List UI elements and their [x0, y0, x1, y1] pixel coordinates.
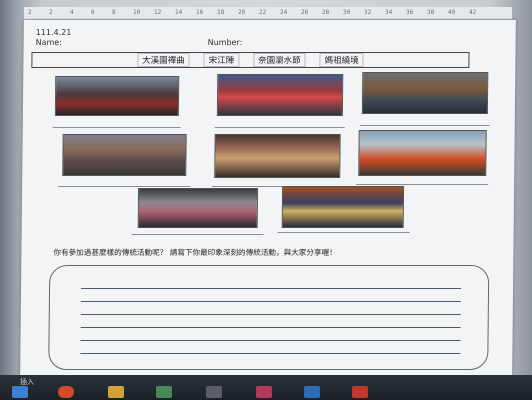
- writing-line[interactable]: [80, 327, 461, 328]
- ruler-tick: 12: [154, 9, 162, 16]
- festival-photo[interactable]: [214, 134, 341, 178]
- ruler-tick: 26: [301, 9, 309, 16]
- app-icon[interactable]: [206, 386, 222, 398]
- festival-photo[interactable]: [281, 186, 405, 228]
- app-icon[interactable]: [352, 386, 368, 398]
- festival-name: 大溪園禪曲: [137, 53, 190, 67]
- ruler-tick: 32: [364, 9, 372, 16]
- caption-line: [52, 127, 181, 128]
- ruler-tick: 38: [427, 9, 435, 16]
- name-label: Name:: [35, 38, 62, 47]
- ruler-tick: 2: [28, 9, 32, 16]
- ruler-tick: 18: [217, 9, 225, 16]
- caption-line: [277, 232, 410, 233]
- caption-line: [214, 127, 345, 128]
- date-text: 111.4.21: [35, 28, 72, 37]
- folder-icon[interactable]: [108, 386, 124, 398]
- writing-frame: [48, 265, 490, 370]
- writing-line[interactable]: [80, 340, 461, 341]
- ruler-tick: 34: [385, 9, 393, 16]
- caption-line: [131, 234, 264, 235]
- ruler-tick: 42: [469, 9, 477, 16]
- festival-photo[interactable]: [216, 74, 344, 116]
- caption-line: [359, 125, 490, 126]
- app-icon[interactable]: [304, 386, 320, 398]
- festival-photo[interactable]: [361, 72, 489, 114]
- festival-photo[interactable]: [137, 188, 259, 228]
- festival-name: 奈園瀏水節: [253, 53, 306, 67]
- ruler-tick: 8: [112, 9, 116, 16]
- festival-name: 宋江陣: [203, 53, 240, 67]
- ruler-tick: 28: [322, 9, 330, 16]
- writing-line[interactable]: [80, 314, 461, 315]
- ruler-tick: 10: [133, 9, 141, 16]
- ruler: 2 2 4 6 8 10 12 14 16 18 20 22 24 26 28 …: [24, 7, 512, 20]
- ruler-tick: 20: [238, 9, 246, 16]
- windows-icon[interactable]: [12, 386, 28, 398]
- number-label: Number:: [207, 38, 243, 47]
- festival-list-box: 大溪園禪曲 宋江陣 奈園瀏水節 媽祖繞境: [31, 52, 470, 68]
- ruler-tick: 36: [406, 9, 414, 16]
- festival-name: 媽祖繞境: [319, 53, 364, 67]
- ruler-tick: 2: [49, 9, 53, 16]
- app-icon[interactable]: [156, 386, 172, 398]
- document-page[interactable]: 111.4.21 Name: Number: 大溪園禪曲 宋江陣 奈園瀏水節 媽…: [20, 20, 516, 375]
- ruler-tick: 22: [259, 9, 267, 16]
- app-icon[interactable]: [256, 386, 272, 398]
- caption-line: [356, 184, 489, 185]
- ruler-tick: 24: [280, 9, 288, 16]
- caption-line: [58, 186, 191, 187]
- ruler-tick: 6: [91, 9, 95, 16]
- writing-line[interactable]: [81, 288, 462, 289]
- browser-icon[interactable]: [58, 386, 74, 398]
- festival-photo[interactable]: [62, 134, 187, 176]
- festival-photo[interactable]: [54, 76, 180, 116]
- festival-photo[interactable]: [358, 130, 487, 176]
- writing-line[interactable]: [80, 301, 461, 302]
- ruler-tick: 30: [343, 9, 351, 16]
- ruler-tick: 14: [175, 9, 183, 16]
- ruler-tick: 4: [70, 9, 74, 16]
- writing-prompt: 你有參加過甚麼樣的傳統活動呢？ 請寫下你最印象深刻的傳統活動，與大家分享喔！: [53, 248, 337, 257]
- writing-line[interactable]: [80, 353, 461, 354]
- ruler-tick: 16: [196, 9, 204, 16]
- ruler-tick: 40: [448, 9, 456, 16]
